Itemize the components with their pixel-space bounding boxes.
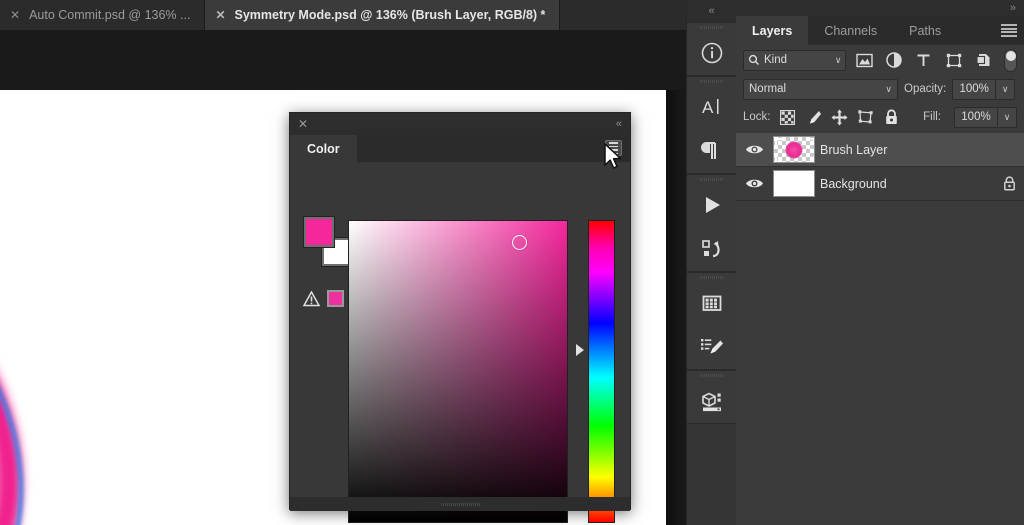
lock-artboard-icon[interactable] — [857, 107, 875, 127]
table-row[interactable]: Brush Layer — [736, 133, 1024, 167]
color-panel-tabrow: Color — [290, 135, 630, 162]
3d-icon[interactable] — [687, 379, 736, 423]
foreground-color-swatch[interactable] — [304, 217, 334, 247]
info-icon[interactable] — [687, 31, 736, 75]
dock-collapse-button[interactable]: » — [736, 0, 1024, 16]
character-icon[interactable]: A — [687, 85, 736, 129]
layer-name-label: Brush Layer — [820, 142, 888, 157]
lock-image-icon[interactable] — [805, 107, 823, 127]
opacity-chevron-down-icon[interactable]: ∨ — [996, 78, 1016, 100]
lock-all-icon[interactable] — [883, 107, 901, 127]
blend-mode-value: Normal — [749, 83, 787, 95]
panel-menu-icon[interactable] — [1001, 24, 1017, 37]
lock-transparency-icon[interactable] — [779, 107, 797, 127]
gamut-warning-icon[interactable] — [303, 290, 320, 307]
gamut-replacement-swatch[interactable] — [327, 290, 344, 307]
hue-slider-marker — [576, 344, 584, 356]
svg-text:A: A — [702, 98, 714, 117]
layer-locked-icon — [994, 176, 1024, 191]
layer-visibility-icon[interactable] — [740, 143, 768, 156]
layer-list: Brush Layer Background — [736, 133, 1024, 201]
rail-group-info — [687, 22, 736, 76]
panel-icon-rail: « A — [686, 0, 736, 525]
lock-row: Lock: Fill: 100% ∨ — [736, 103, 1024, 131]
color-panel-body — [290, 162, 630, 523]
rail-group-3d — [687, 370, 736, 424]
rail-grip[interactable] — [687, 175, 736, 183]
opacity-label: Opacity: — [904, 83, 947, 95]
search-icon — [748, 54, 759, 65]
layer-thumbnail — [773, 136, 815, 163]
rail-grip[interactable] — [687, 371, 736, 379]
color-panel-titlebar[interactable]: ✕ « — [290, 113, 630, 135]
lock-position-icon[interactable] — [831, 107, 849, 127]
timeline-icon[interactable] — [687, 183, 736, 227]
layer-name-label: Background — [820, 176, 887, 191]
foreground-background-swatches — [304, 217, 350, 266]
layer-filter-row: Kind ∨ — [736, 45, 1024, 75]
lock-label: Lock: — [743, 111, 771, 123]
histogram-icon[interactable] — [687, 281, 736, 325]
photoshop-window: ✕ Auto Commit.psd @ 136% ... ✕ Symmetry … — [0, 0, 1024, 525]
collapse-icon[interactable]: « — [616, 118, 622, 130]
saturation-value-field[interactable] — [348, 220, 568, 523]
layer-visibility-icon[interactable] — [740, 177, 768, 190]
opacity-input[interactable]: 100% — [952, 78, 997, 100]
color-panel-menu-icon[interactable] — [605, 140, 622, 156]
close-icon[interactable]: ✕ — [215, 9, 225, 21]
document-tab-bar: ✕ Auto Commit.psd @ 136% ... ✕ Symmetry … — [0, 0, 686, 30]
rail-grip[interactable] — [687, 23, 736, 31]
document-tab-symmetry-mode[interactable]: ✕ Symmetry Mode.psd @ 136% (Brush Layer,… — [205, 0, 561, 30]
close-icon[interactable]: ✕ — [298, 118, 308, 130]
type-filter-icon[interactable] — [912, 49, 936, 71]
layers-panel: Kind ∨ Normal ∨ Opacity: 100% ∨ Lock: Fi… — [736, 45, 1024, 525]
chevron-down-icon[interactable]: ∨ — [835, 55, 842, 66]
pixel-filter-icon[interactable] — [852, 49, 876, 71]
layer-thumbnail — [773, 170, 815, 197]
chevron-down-icon[interactable]: ∨ — [885, 84, 892, 95]
rail-grip[interactable] — [687, 77, 736, 85]
color-panel-footer-grip[interactable] — [290, 497, 630, 511]
dock-panel-tabs: Layers Channels Paths — [736, 16, 1024, 45]
document-tab-label: Auto Commit.psd @ 136% ... — [29, 8, 191, 22]
tab-paths[interactable]: Paths — [893, 16, 957, 45]
color-panel[interactable]: ✕ « Color — [289, 112, 631, 523]
layer-thumbnail-wrap — [768, 136, 820, 163]
rail-group-brush — [687, 272, 736, 370]
fill-chevron-down-icon[interactable]: ∨ — [998, 106, 1017, 128]
sv-picker-marker[interactable] — [512, 235, 527, 250]
brush-settings-icon[interactable] — [687, 325, 736, 369]
sv-value-layer — [349, 221, 567, 522]
fill-input[interactable]: 100% — [954, 106, 998, 128]
close-icon[interactable]: ✕ — [10, 9, 20, 21]
rail-group-motion — [687, 174, 736, 272]
filter-kind-select[interactable]: Kind ∨ — [743, 49, 847, 71]
fill-label: Fill: — [923, 111, 941, 123]
brush-artwork — [0, 381, 23, 525]
gamut-warning-row — [303, 290, 344, 307]
selection-bracket-icon — [775, 138, 814, 162]
rail-collapse-button[interactable]: « — [687, 0, 736, 22]
right-dock: » Layers Channels Paths Kind ∨ Normal ∨ … — [736, 0, 1024, 525]
rail-grip[interactable] — [687, 273, 736, 281]
document-tab-label: Symmetry Mode.psd @ 136% (Brush Layer, R… — [234, 8, 546, 22]
tab-color[interactable]: Color — [290, 135, 357, 162]
filter-enable-toggle[interactable] — [1003, 48, 1017, 72]
tab-layers[interactable]: Layers — [736, 16, 809, 45]
actions-icon[interactable] — [687, 227, 736, 271]
paragraph-icon[interactable] — [687, 129, 736, 173]
blend-mode-select[interactable]: Normal ∨ — [743, 78, 898, 100]
table-row[interactable]: Background — [736, 167, 1024, 201]
layer-thumbnail-wrap — [768, 170, 820, 197]
smart-object-filter-icon[interactable] — [972, 49, 996, 71]
document-tab-auto-commit[interactable]: ✕ Auto Commit.psd @ 136% ... — [0, 0, 206, 30]
tab-channels[interactable]: Channels — [808, 16, 893, 45]
shape-filter-icon[interactable] — [942, 49, 966, 71]
canvas-edge-shadow — [666, 90, 686, 525]
hue-slider[interactable] — [588, 220, 615, 523]
adjustment-filter-icon[interactable] — [882, 49, 906, 71]
filter-kind-label: Kind — [764, 54, 788, 66]
rail-group-type: A — [687, 76, 736, 174]
blend-mode-row: Normal ∨ Opacity: 100% ∨ — [736, 75, 1024, 103]
